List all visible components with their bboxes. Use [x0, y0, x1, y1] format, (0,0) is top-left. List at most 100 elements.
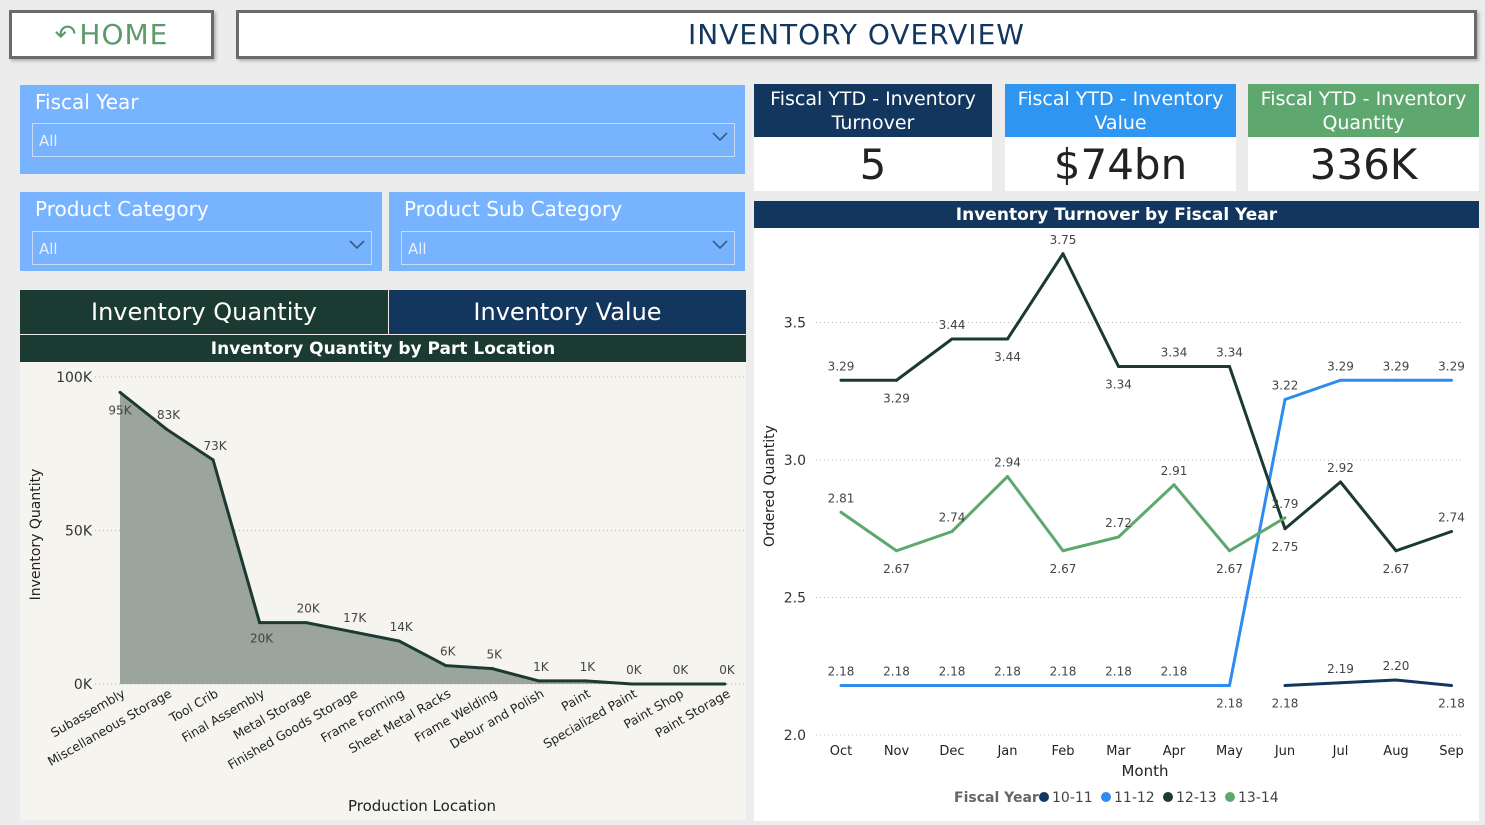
area-point[interactable]: [490, 667, 494, 671]
legend-marker[interactable]: [1039, 792, 1049, 802]
legend-marker[interactable]: [1225, 792, 1235, 802]
series-point[interactable]: [1339, 378, 1342, 382]
series-point[interactable]: [839, 684, 843, 687]
series-point[interactable]: [1061, 684, 1065, 687]
legend-label[interactable]: 13-14: [1238, 790, 1279, 806]
data-label: 20K: [250, 632, 274, 646]
series-point[interactable]: [895, 549, 898, 553]
fiscal-year-dropdown[interactable]: All: [32, 123, 735, 157]
series-point[interactable]: [1006, 684, 1009, 687]
kpi-turnover-label: Fiscal YTD - Inventory Turnover: [754, 84, 992, 137]
area-point[interactable]: [676, 682, 680, 686]
series-point[interactable]: [1006, 475, 1009, 478]
line-chart-panel: 2.0 2.5 3.0 3.5 Oct Nov Dec Jan Feb Mar Apr May Jun J…: [754, 228, 1479, 821]
series-point[interactable]: [895, 378, 898, 382]
line-chart: 2.0 2.5 3.0 3.5 Oct Nov Dec Jan Feb Mar Apr May Jun J…: [762, 233, 1465, 806]
y-axis-title: Inventory Quantity: [28, 469, 44, 601]
data-label: 3.34: [1105, 378, 1132, 392]
series-point[interactable]: [1006, 337, 1009, 341]
x-tick-label: Sep: [1439, 744, 1464, 759]
series-point[interactable]: [1394, 549, 1398, 553]
series-point[interactable]: [1339, 681, 1342, 685]
series-point[interactable]: [950, 684, 954, 687]
series-point[interactable]: [839, 378, 843, 382]
series-point[interactable]: [1172, 483, 1176, 487]
area-point[interactable]: [165, 427, 169, 431]
area-point[interactable]: [304, 621, 308, 625]
fiscal-year-value: All: [39, 132, 58, 150]
series-point[interactable]: [1117, 684, 1120, 687]
series-point[interactable]: [839, 510, 843, 514]
area-point[interactable]: [444, 664, 448, 668]
series-point[interactable]: [1228, 365, 1231, 368]
series-point[interactable]: [1172, 365, 1176, 368]
data-label: 2.74: [1438, 511, 1465, 525]
area-point[interactable]: [118, 390, 122, 394]
area-chart-panel: 0K 50K 100K 95K Subassembly 83K Miscellaneous …: [20, 362, 746, 820]
line-chart-title: Inventory Turnover by Fiscal Year: [754, 201, 1479, 228]
series-point[interactable]: [1117, 365, 1120, 368]
data-label: 2.94: [994, 456, 1021, 470]
legend-label[interactable]: 11-12: [1114, 790, 1155, 806]
series-point[interactable]: [1172, 684, 1176, 687]
data-label: 2.67: [1050, 562, 1077, 576]
area-point[interactable]: [537, 679, 541, 683]
series-point[interactable]: [950, 530, 954, 533]
data-label: 2.18: [1272, 697, 1299, 711]
series-point[interactable]: [1339, 480, 1342, 484]
area-point[interactable]: [397, 639, 401, 643]
data-label: 2.72: [1105, 516, 1132, 530]
product-sub-category-dropdown[interactable]: All: [401, 231, 735, 265]
series-point[interactable]: [895, 684, 898, 687]
data-label: 2.18: [828, 665, 855, 679]
series-point[interactable]: [1061, 549, 1065, 553]
series-point[interactable]: [1117, 535, 1120, 539]
data-label: 6K: [440, 645, 457, 659]
x-tick-label: Feb: [1051, 744, 1074, 759]
data-label: 3.75: [1050, 233, 1077, 247]
series-point[interactable]: [1283, 684, 1287, 687]
data-label: 1K: [580, 660, 597, 674]
area-point[interactable]: [258, 621, 262, 625]
series-point[interactable]: [1283, 527, 1287, 531]
tab-inventory-quantity[interactable]: Inventory Quantity: [20, 290, 388, 334]
series-point[interactable]: [1228, 549, 1231, 553]
data-label: 73K: [204, 439, 228, 453]
data-label: 3.29: [1327, 359, 1354, 373]
tab-inventory-value[interactable]: Inventory Value: [389, 290, 746, 334]
data-label: 1K: [533, 660, 550, 674]
series-point[interactable]: [1228, 684, 1231, 687]
series-point[interactable]: [1450, 378, 1453, 382]
chevron-down-icon: [712, 132, 728, 142]
page-title: INVENTORY OVERVIEW: [236, 10, 1477, 59]
series-point[interactable]: [1283, 398, 1287, 401]
legend-marker[interactable]: [1101, 792, 1111, 802]
legend-label[interactable]: 10-11: [1052, 790, 1093, 806]
area-point[interactable]: [583, 679, 587, 683]
legend-label[interactable]: 12-13: [1176, 790, 1217, 806]
area-point[interactable]: [351, 630, 355, 634]
data-label: 2.19: [1327, 662, 1354, 676]
tab-inventory-quantity-label: Inventory Quantity: [91, 298, 317, 326]
series-point[interactable]: [1061, 252, 1065, 256]
product-category-value: All: [39, 240, 58, 258]
series-point[interactable]: [1394, 678, 1398, 682]
data-label: 2.67: [1216, 562, 1243, 576]
series-point[interactable]: [1450, 530, 1453, 533]
series-point[interactable]: [1394, 378, 1398, 382]
kpi-value-value: $74bn: [1005, 137, 1236, 191]
area-point[interactable]: [211, 458, 215, 462]
product-category-dropdown[interactable]: All: [32, 231, 372, 265]
area-chart-title: Inventory Quantity by Part Location: [20, 335, 746, 362]
home-button[interactable]: ↶ HOME: [9, 10, 214, 59]
legend-marker[interactable]: [1163, 792, 1173, 802]
product-sub-category-slicer: Product Sub Category All: [389, 192, 745, 271]
series-point[interactable]: [1450, 684, 1453, 687]
area-point[interactable]: [630, 682, 634, 686]
series-point[interactable]: [1283, 516, 1287, 520]
data-label: 5K: [487, 648, 504, 662]
data-label: 3.29: [883, 391, 910, 405]
series-point[interactable]: [950, 337, 954, 341]
x-axis-title: Production Location: [348, 797, 496, 815]
area-point[interactable]: [723, 682, 727, 686]
